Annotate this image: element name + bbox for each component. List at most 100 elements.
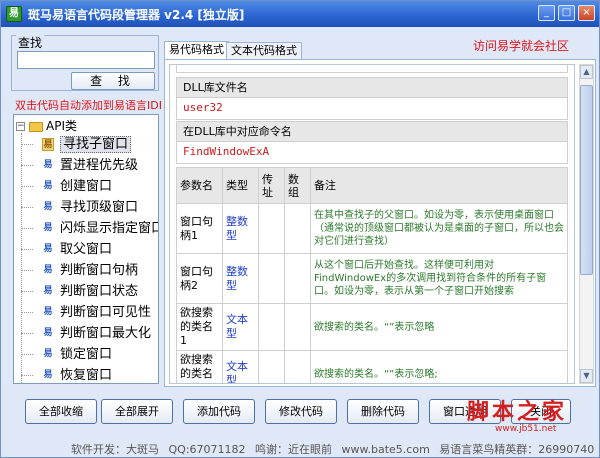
col-header-type: 类型: [222, 167, 259, 204]
window-title: 斑马易语言代码段管理器 v2.4 [独立版]: [28, 8, 245, 22]
tree-item[interactable]: 易创建窗口: [21, 176, 158, 197]
visit-community-link[interactable]: 访问易学就会社区: [473, 37, 569, 54]
param-byref: [258, 203, 285, 254]
maximize-button[interactable]: □: [558, 5, 575, 21]
tree-branch-line: [21, 354, 33, 355]
tree-item[interactable]: 易恢复窗口: [21, 365, 158, 383]
hint-text: 双击代码自动添加到易语言IDE: [15, 99, 161, 112]
tree-branch-line: [21, 186, 33, 187]
tree-item[interactable]: 易寻找子窗口: [21, 134, 158, 155]
vertical-scrollbar[interactable]: ▲ ▼: [579, 64, 594, 384]
tree-item[interactable]: 易判断窗口状态: [21, 281, 158, 302]
status-qq: QQ:67071182: [168, 443, 246, 456]
tree-root[interactable]: − API类: [16, 117, 77, 133]
param-byref: [258, 350, 285, 383]
dll-file-value: user32: [176, 98, 568, 120]
tree-branch-line: [21, 165, 33, 166]
tree-item-label: 取父窗口: [60, 242, 113, 257]
collapse-icon[interactable]: −: [16, 122, 25, 131]
tree-branch-line: [21, 228, 33, 229]
folder-icon: [29, 121, 43, 132]
watermark-text: 脚本之家: [467, 399, 568, 425]
snippet-icon: 易: [43, 286, 53, 296]
scroll-thumb[interactable]: [580, 85, 593, 275]
tree-item-label: 闪烁显示指定窗口: [60, 221, 159, 236]
snippet-icon: 易: [43, 181, 53, 191]
tree-item[interactable]: 易寻找顶级窗口: [21, 197, 158, 218]
params-header-row: 参数名 类型 传址 数组 备注: [176, 167, 568, 204]
tree-branch-line: [21, 375, 33, 376]
table-row: 窗口句柄2 整数型 从这个窗口后开始查找。这样便可利用对FindWindowEx的多…: [176, 253, 568, 304]
param-array: [284, 350, 311, 383]
param-name: 欲搜索的类名1: [176, 303, 223, 351]
watermark-url: www.jb51.net: [495, 424, 557, 434]
search-label: 查找: [16, 34, 45, 51]
tree-item[interactable]: 易判断窗口可见性: [21, 302, 158, 323]
tree-item-label: 锁定窗口: [60, 347, 113, 362]
param-name: 窗口句柄2: [176, 253, 223, 304]
tree-branch-line: [21, 249, 33, 250]
expand-all-button[interactable]: 全部展开: [101, 399, 173, 424]
snippet-tree[interactable]: − API类 易寻找子窗口易置进程优先级易创建窗口易寻找顶级窗口易闪烁显示指定窗口…: [13, 114, 159, 384]
title-bar[interactable]: 易 斑马易语言代码段管理器 v2.4 [独立版] _ □ ×: [1, 1, 599, 27]
tree-branch-line: [21, 270, 33, 271]
tree-item[interactable]: 易置进程优先级: [21, 155, 158, 176]
col-header-array: 数组: [284, 167, 311, 204]
close-window-button[interactable]: ×: [578, 5, 595, 21]
scroll-up-icon[interactable]: ▲: [580, 65, 593, 79]
param-note: 欲搜索的类名。“”表示忽略;: [310, 350, 568, 383]
app-window: 易 斑马易语言代码段管理器 v2.4 [独立版] _ □ × 查找 查 找 双击…: [0, 0, 600, 458]
collapse-all-button[interactable]: 全部收缩: [25, 399, 97, 424]
status-developer: 软件开发：大斑马: [71, 443, 159, 456]
tree-item-label: 寻找顶级窗口: [60, 200, 139, 215]
param-type: 整数型: [222, 203, 259, 254]
table-row: 窗口句柄1 整数型 在其中查找子的父窗口。如设为零，表示使用桌面窗口（通常说的顶级窗…: [176, 203, 568, 254]
snippet-icon: 易: [43, 307, 53, 317]
tree-item[interactable]: 易判断窗口句柄: [21, 260, 158, 281]
tree-item-label: 判断窗口句柄: [60, 263, 139, 278]
code-document[interactable]: DLL库文件名 user32 在DLL库中对应命令名 FindWindowExA…: [169, 64, 575, 384]
tree-item[interactable]: 易锁定窗口: [21, 344, 158, 365]
tree-item-label: 判断窗口状态: [60, 284, 139, 299]
snippet-icon: 易: [43, 202, 53, 212]
tree-item[interactable]: 易判断窗口最大化: [21, 323, 158, 344]
param-name: 欲搜索的类名2: [176, 350, 223, 383]
param-type: 文本型: [222, 303, 259, 351]
tree-item-label: 判断窗口最大化: [60, 326, 152, 341]
tree-branch-line: [21, 291, 33, 292]
tab-text-code-format[interactable]: 文本代码格式: [226, 42, 302, 60]
search-button[interactable]: 查 找: [71, 72, 155, 90]
tree-item[interactable]: 易取父窗口: [21, 239, 158, 260]
delete-code-button[interactable]: 删除代码: [347, 399, 419, 424]
tree-guide-line: [21, 133, 22, 383]
param-array: [284, 253, 311, 304]
truncated-row: [176, 65, 568, 73]
table-row: 欲搜索的类名2文本型 欲搜索的类名。“”表示忽略;: [176, 350, 568, 383]
table-row: 欲搜索的类名1 文本型 欲搜索的类名。“”表示忽略: [176, 303, 568, 351]
param-note: 从这个窗口后开始查找。这样便可利用对FindWindowEx的多次调用找到符合条…: [310, 253, 568, 304]
tab-e-code-format[interactable]: 易代码格式: [164, 41, 229, 60]
scroll-down-icon[interactable]: ▼: [580, 369, 593, 383]
status-group: 易语言菜鸟精英群：26990740: [439, 443, 595, 456]
search-input[interactable]: [17, 51, 155, 69]
tree-item-label: 创建窗口: [60, 179, 113, 194]
tree-branch-line: [21, 333, 33, 334]
app-icon: 易: [6, 6, 22, 22]
tree-branch-line: [21, 144, 33, 145]
status-site[interactable]: www.bate5.com: [342, 443, 430, 456]
snippet-icon: 易: [43, 328, 53, 338]
params-table: 参数名 类型 传址 数组 备注 窗口句柄1 整数型 在其中查找子的父窗口。如设为零，…: [176, 167, 568, 383]
param-byref: [258, 303, 285, 351]
add-code-button[interactable]: 添加代码: [183, 399, 255, 424]
minimize-button[interactable]: _: [538, 5, 555, 21]
col-header-note: 备注: [310, 167, 568, 204]
tree-item[interactable]: 易闪烁显示指定窗口: [21, 218, 159, 239]
tree-item-label: 置进程优先级: [60, 158, 139, 173]
col-header-byref: 传址: [258, 167, 285, 204]
dll-file-header: DLL库文件名: [176, 77, 568, 98]
snippet-icon: 易: [42, 138, 54, 151]
edit-code-button[interactable]: 修改代码: [265, 399, 337, 424]
param-note: 欲搜索的类名。“”表示忽略: [310, 303, 568, 351]
tree-item-label: 恢复窗口: [60, 368, 113, 383]
tree-branch-line: [21, 207, 33, 208]
